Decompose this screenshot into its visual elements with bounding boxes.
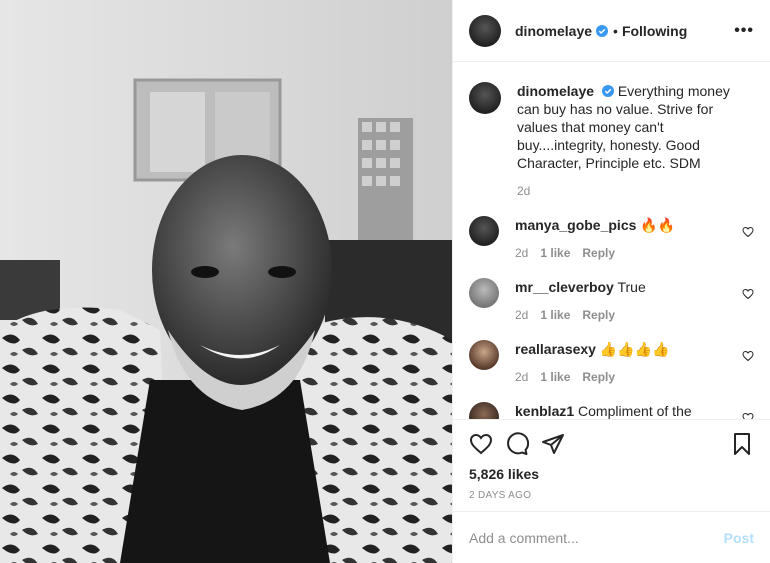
- header-separator: •: [613, 22, 618, 39]
- comment-item: mr__cleverboy True 2d 1 like Reply: [469, 278, 754, 324]
- author-avatar[interactable]: [469, 14, 501, 47]
- comment-like-icon[interactable]: [742, 226, 754, 238]
- verified-badge-icon: [601, 85, 614, 97]
- add-comment-bar: Post: [453, 511, 770, 563]
- post-header: dinomelaye • Following •••: [453, 0, 770, 62]
- reply-button[interactable]: Reply: [582, 368, 615, 386]
- bookmark-icon[interactable]: [730, 432, 754, 456]
- comment-likes[interactable]: 1 like: [540, 306, 570, 324]
- caption-avatar[interactable]: [469, 82, 501, 114]
- selfie-image: [0, 0, 452, 563]
- post-photo[interactable]: [0, 0, 452, 563]
- caption-time[interactable]: 2d: [517, 182, 530, 200]
- post-date[interactable]: 2 DAYS AGO: [469, 490, 754, 501]
- author-username[interactable]: dinomelaye: [515, 23, 592, 39]
- comment-bubble-icon[interactable]: [505, 432, 529, 456]
- comment-item: kenblaz1 Compliment of the: [469, 402, 754, 419]
- comment-username[interactable]: kenblaz1: [515, 403, 574, 419]
- comment-time[interactable]: 2d: [515, 306, 528, 324]
- comment-text: Compliment of the: [578, 403, 692, 419]
- comment-username[interactable]: mr__cleverboy: [515, 279, 614, 295]
- like-heart-icon[interactable]: [469, 432, 493, 456]
- commenter-avatar[interactable]: [469, 278, 499, 308]
- comment-like-icon[interactable]: [742, 288, 754, 300]
- comment-username[interactable]: manya_gobe_pics: [515, 217, 636, 233]
- instagram-post: dinomelaye • Following ••• dinomelaye Ev…: [0, 0, 770, 563]
- comment-text: 🔥🔥: [640, 217, 676, 233]
- commenter-avatar[interactable]: [469, 340, 499, 370]
- comment-likes[interactable]: 1 like: [540, 244, 570, 262]
- reply-button[interactable]: Reply: [582, 244, 615, 262]
- more-options-button[interactable]: •••: [734, 22, 754, 40]
- following-button[interactable]: Following: [622, 23, 687, 39]
- caption: dinomelaye Everything money can buy has …: [469, 82, 754, 200]
- comment-item: manya_gobe_pics 🔥🔥 2d 1 like Reply: [469, 216, 754, 262]
- comment-username[interactable]: reallarasexy: [515, 341, 596, 357]
- comment-text: True: [617, 279, 646, 295]
- comment-time[interactable]: 2d: [515, 244, 528, 262]
- comments-list[interactable]: dinomelaye Everything money can buy has …: [453, 62, 770, 419]
- add-comment-input[interactable]: [469, 529, 724, 546]
- post-actions: 5,826 likes 2 DAYS AGO: [453, 419, 770, 511]
- commenter-avatar[interactable]: [469, 216, 499, 246]
- comment-time[interactable]: 2d: [515, 368, 528, 386]
- comment-like-icon[interactable]: [742, 412, 754, 419]
- comment-likes[interactable]: 1 like: [540, 368, 570, 386]
- comment-text: 👍👍👍👍: [599, 341, 670, 357]
- comment-like-icon[interactable]: [742, 350, 754, 362]
- caption-username[interactable]: dinomelaye: [517, 83, 594, 99]
- verified-badge-icon: [596, 24, 609, 37]
- reply-button[interactable]: Reply: [582, 306, 615, 324]
- comment-item: reallarasexy 👍👍👍👍 2d 1 like Reply: [469, 340, 754, 386]
- likes-count[interactable]: 5,826 likes: [469, 466, 754, 482]
- post-comment-button[interactable]: Post: [724, 530, 754, 546]
- commenter-avatar[interactable]: [469, 402, 499, 419]
- post-sidebar: dinomelaye • Following ••• dinomelaye Ev…: [452, 0, 770, 563]
- share-paper-plane-icon[interactable]: [541, 432, 565, 456]
